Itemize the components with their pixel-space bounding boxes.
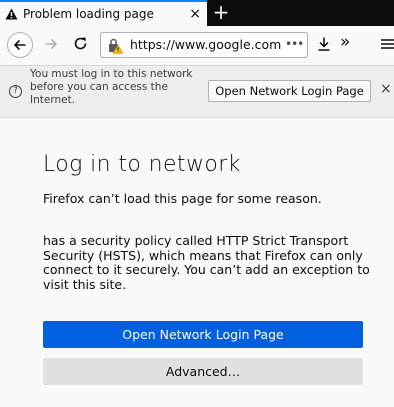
new-tab-button[interactable]: + xyxy=(210,1,232,23)
question-mark-icon: ? xyxy=(9,85,22,98)
forward-arrow-icon[interactable] xyxy=(44,37,58,51)
reload-icon[interactable] xyxy=(73,36,88,51)
close-notification-icon[interactable]: × xyxy=(380,81,392,97)
captive-portal-message: You must log in to this network before y… xyxy=(30,68,193,106)
warning-icon xyxy=(5,8,18,20)
open-network-login-page-primary-button[interactable]: Open Network Login Page xyxy=(43,321,363,348)
back-button[interactable] xyxy=(7,32,33,58)
advanced-button[interactable]: Advanced… xyxy=(43,358,363,385)
error-page: Log in to network Firefox can’t load thi… xyxy=(0,118,394,407)
navigation-toolbar: https://www.google.com ••• » xyxy=(0,26,394,66)
tab-close-icon[interactable]: × xyxy=(189,6,201,22)
lock-warning-icon[interactable] xyxy=(107,38,123,54)
short-description: Firefox can’t load this page for some re… xyxy=(43,191,322,206)
back-arrow-icon xyxy=(13,39,26,51)
hamburger-menu-icon[interactable] xyxy=(381,38,394,50)
captive-portal-notification: ? You must log in to this network before… xyxy=(0,66,394,118)
url-bar[interactable]: https://www.google.com ••• xyxy=(100,32,308,58)
page-title: Log in to network xyxy=(43,152,241,177)
tab-title: Problem loading page xyxy=(23,7,154,21)
url-text[interactable]: https://www.google.com xyxy=(130,37,282,52)
long-description: has a security policy called HTTP Strict… xyxy=(43,233,370,292)
overflow-menu-button[interactable]: » xyxy=(340,32,350,52)
tab-problem-loading-page[interactable]: Problem loading page × xyxy=(0,0,207,26)
page-actions-button[interactable]: ••• xyxy=(285,37,304,51)
download-icon[interactable] xyxy=(316,36,332,52)
url-main: https://www.google.com xyxy=(130,37,282,52)
open-network-login-page-button[interactable]: Open Network Login Page xyxy=(208,80,371,102)
tab-strip: Problem loading page × + xyxy=(0,0,394,26)
